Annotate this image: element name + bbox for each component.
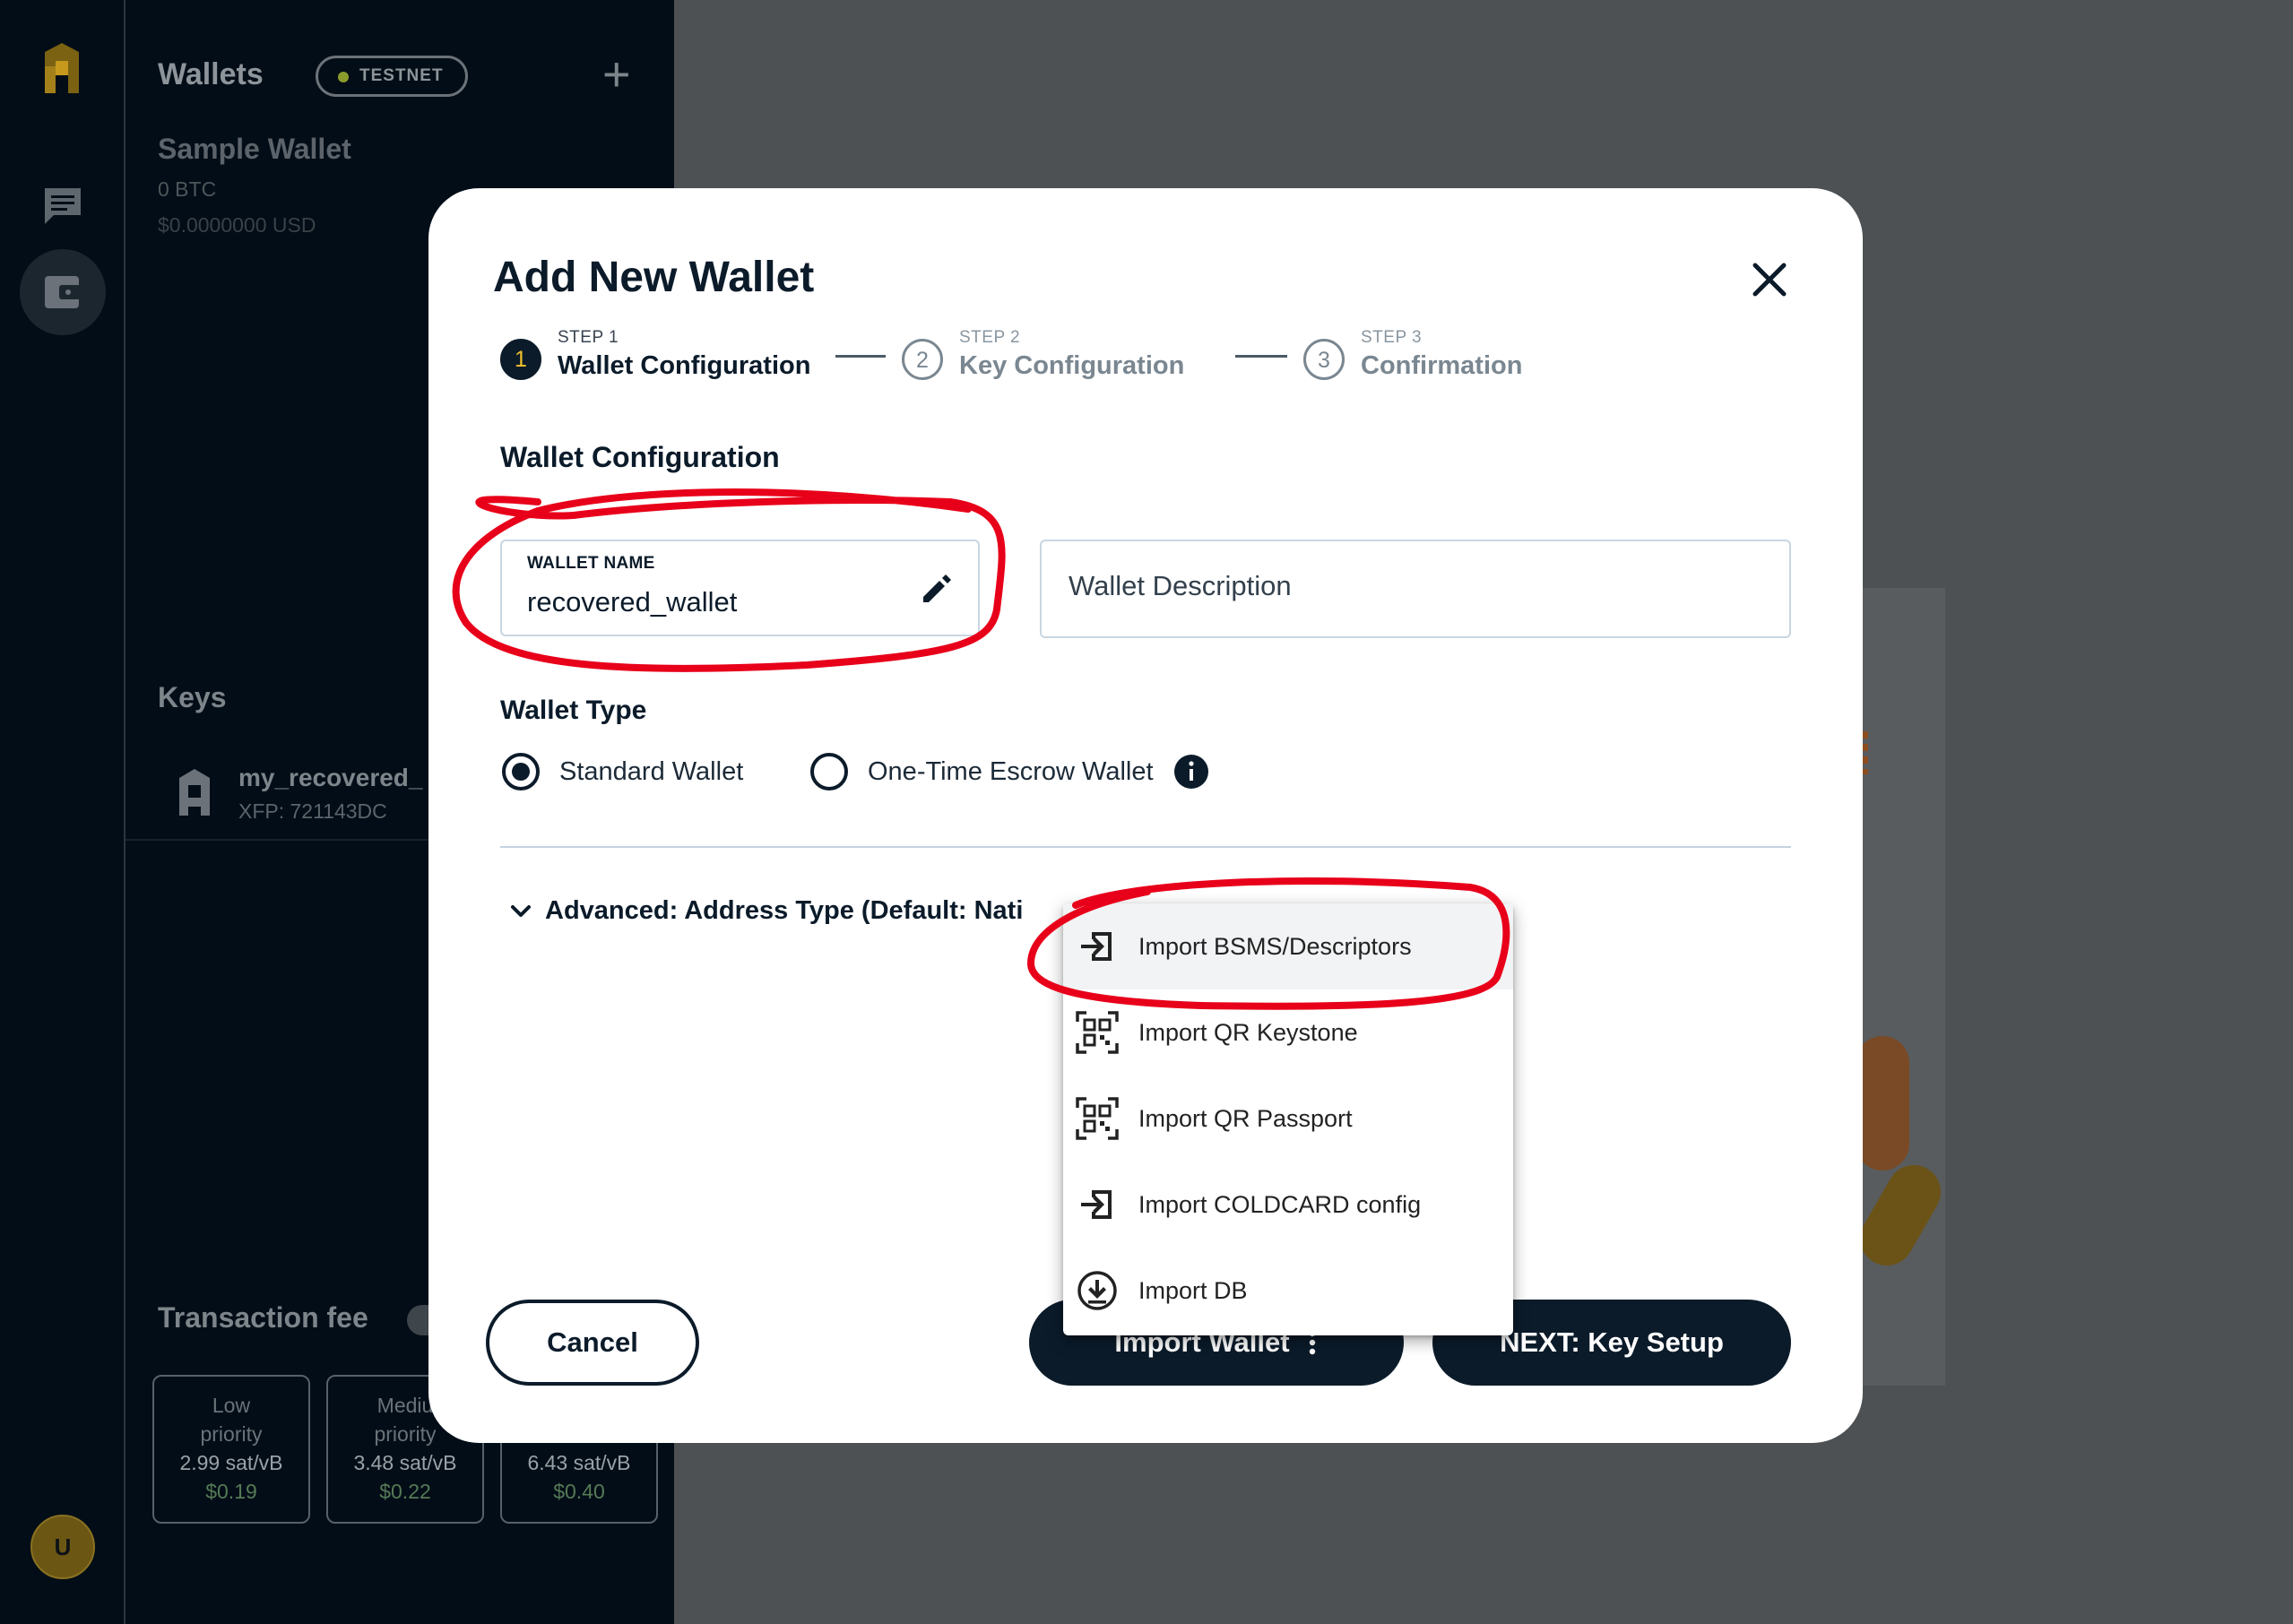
advanced-address-type-toggle[interactable]: Advanced: Address Type (Default: Nati (507, 896, 1023, 926)
fee-rate: 2.99 sat/vB (179, 1451, 283, 1474)
wallet-description-field[interactable]: Wallet Description (1040, 540, 1791, 638)
info-icon[interactable] (1173, 754, 1209, 790)
wallet-balance-usd: $0.0000000 USD (158, 213, 316, 237)
step-connector (1235, 355, 1287, 358)
radio-button-checked[interactable] (502, 753, 540, 790)
step-label: Key Configuration (959, 351, 1185, 380)
menu-item-import-db[interactable]: Import DB (1063, 1248, 1513, 1334)
menu-item-import-qr-keystone[interactable]: Import QR Keystone (1063, 989, 1513, 1075)
keys-title: Keys (158, 681, 227, 713)
wallet-balance-btc: 0 BTC (158, 177, 217, 201)
menu-item-import-qr-passport[interactable]: Import QR Passport (1063, 1075, 1513, 1162)
chat-icon[interactable] (39, 183, 86, 229)
wallet-name[interactable]: Sample Wallet (158, 133, 351, 166)
menu-item-label: Import QR Keystone (1138, 1018, 1358, 1046)
step-number-circle: 2 (902, 339, 943, 380)
key-xfp: XFP: 721143DC (238, 799, 387, 823)
radio-label: One-Time Escrow Wallet (868, 756, 1154, 786)
key-logo-icon (179, 769, 210, 816)
close-icon[interactable] (1746, 256, 1793, 303)
radio-escrow-wallet[interactable]: One-Time Escrow Wallet (810, 749, 1209, 794)
import-icon (1081, 932, 1112, 961)
step-label: Wallet Configuration (558, 351, 811, 380)
qr-scan-icon (1076, 1011, 1119, 1054)
menu-item-label: Import DB (1138, 1276, 1248, 1304)
import-menu: Import BSMS/Descriptors Import QR Keysto… (1063, 903, 1513, 1335)
wallets-title: Wallets (158, 57, 264, 91)
pencil-icon[interactable] (918, 570, 956, 608)
wallet-name-label: WALLET NAME (527, 554, 655, 573)
step-number: STEP 3 (1361, 328, 1423, 347)
wallet-icon[interactable] (39, 269, 86, 315)
chevron-down-icon (511, 904, 531, 917)
transaction-fee-title: Transaction fee (158, 1301, 368, 1334)
fee-usd: $0.22 (379, 1480, 431, 1503)
wallet-type-title: Wallet Type (500, 695, 647, 725)
menu-item-import-coldcard[interactable]: Import COLDCARD config (1063, 1162, 1513, 1248)
wallet-name-value[interactable]: recovered_wallet (527, 586, 737, 618)
advanced-label: Advanced: Address Type (Default: Nati (545, 896, 1024, 925)
network-badge: TESTNET (316, 56, 468, 97)
step-number-circle: 1 (500, 339, 541, 380)
fee-priority-label: priority (200, 1422, 263, 1446)
fee-rate: 3.48 sat/vB (353, 1451, 457, 1474)
wallet-name-field[interactable]: WALLET NAME recovered_wallet (500, 540, 980, 636)
fee-card-low[interactable]: Low priority 2.99 sat/vB $0.19 (152, 1375, 310, 1524)
nav-rail: U (0, 0, 125, 1624)
step-label: Confirmation (1361, 351, 1523, 380)
step-connector (835, 355, 886, 358)
cancel-button[interactable]: Cancel (486, 1300, 699, 1386)
key-name: my_recovered_ (238, 764, 423, 791)
divider (500, 846, 1791, 848)
menu-item-import-bsms[interactable]: Import BSMS/Descriptors (1063, 903, 1513, 989)
radio-standard-wallet[interactable]: Standard Wallet (502, 749, 743, 794)
download-circle-icon (1077, 1271, 1117, 1310)
modal-title: Add New Wallet (493, 254, 815, 301)
menu-item-label: Import COLDCARD config (1138, 1190, 1422, 1218)
radio-button-unchecked[interactable] (810, 753, 848, 790)
fee-rate: 6.43 sat/vB (527, 1451, 631, 1474)
add-wallet-button[interactable]: + (602, 50, 631, 99)
fee-usd: $0.19 (205, 1480, 257, 1503)
radio-label: Standard Wallet (559, 756, 744, 786)
fee-priority-label: Low (212, 1394, 251, 1417)
fee-usd: $0.40 (553, 1480, 605, 1503)
step-number: STEP 1 (558, 328, 619, 347)
menu-item-label: Import BSMS/Descriptors (1138, 932, 1412, 960)
import-icon (1081, 1190, 1112, 1219)
qr-scan-icon (1076, 1097, 1119, 1140)
step-number-circle: 3 (1303, 339, 1345, 380)
step-number: STEP 2 (959, 328, 1021, 347)
user-avatar[interactable]: U (30, 1515, 95, 1579)
section-title: Wallet Configuration (500, 441, 780, 473)
app-logo-icon (45, 43, 79, 93)
menu-item-label: Import QR Passport (1138, 1104, 1353, 1132)
